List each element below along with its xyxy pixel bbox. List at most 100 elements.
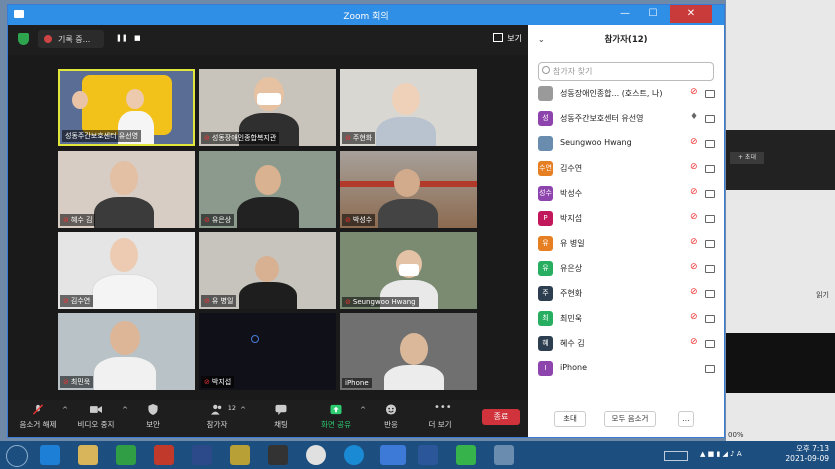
- chevron-up-icon[interactable]: ^: [240, 406, 246, 414]
- video-tile[interactable]: ⊘ 성동장애인종합복지관: [199, 69, 336, 146]
- view-button[interactable]: 보기: [492, 33, 522, 44]
- app-icon[interactable]: [268, 445, 288, 465]
- app-icon[interactable]: [494, 445, 514, 465]
- participant-row[interactable]: 최 최민욱 ⊘: [528, 308, 724, 330]
- ie-icon[interactable]: [40, 445, 60, 465]
- participant-face: [255, 165, 281, 195]
- calendar-app-icon[interactable]: [116, 445, 136, 465]
- view-label: 보기: [507, 34, 522, 43]
- participant-face: [110, 161, 138, 195]
- muted-mic-icon: ⊘: [204, 297, 210, 305]
- participant-avatar: [538, 86, 553, 101]
- participant-name: iPhone: [560, 363, 588, 372]
- unmute-button[interactable]: 음소거 해제 ^: [18, 404, 68, 430]
- system-clock[interactable]: 오후 7:13 2021-09-09: [785, 444, 829, 464]
- video-tile[interactable]: 성동주간보호센터 유선영: [58, 69, 195, 146]
- mute-all-button[interactable]: 모두 음소거: [604, 411, 656, 427]
- participant-name: 성동주간보호센터 유선영: [560, 114, 644, 123]
- background-invite-button[interactable]: + 초대: [730, 152, 764, 164]
- chevron-down-icon[interactable]: ⌄: [538, 25, 545, 55]
- muted-mic-icon: [32, 404, 44, 415]
- search-icon: [542, 66, 550, 74]
- chevron-up-icon[interactable]: ^: [122, 406, 128, 414]
- participant-body: [237, 197, 299, 228]
- video-tile[interactable]: ⊘ 혜수 김: [58, 151, 195, 228]
- shield-icon[interactable]: [18, 33, 29, 45]
- camera-icon: [90, 406, 102, 413]
- more-button[interactable]: ••• 더 보기: [422, 403, 458, 430]
- people-icon: [211, 404, 222, 415]
- app-icon[interactable]: [230, 445, 250, 465]
- muted-mic-icon: ⊘: [63, 297, 69, 305]
- invite-button[interactable]: 초대: [554, 411, 586, 427]
- end-meeting-button[interactable]: 종료: [482, 409, 520, 425]
- participant-row[interactable]: 유 유 병일 ⊘: [528, 233, 724, 255]
- chevron-up-icon[interactable]: ^: [62, 406, 68, 414]
- stop-video-button[interactable]: 비디오 중지 ^: [74, 404, 128, 430]
- zoom-taskbar-icon[interactable]: [380, 445, 406, 465]
- light-spot: [251, 335, 259, 343]
- help-icon[interactable]: [192, 445, 212, 465]
- participant-row[interactable]: P 박지섭 ⊘: [528, 208, 724, 230]
- video-tile[interactable]: ⊘ 유은상: [199, 151, 336, 228]
- participant-row[interactable]: Seungwoo Hwang ⊘: [528, 133, 724, 155]
- face-mask: [257, 93, 281, 105]
- participant-avatar: [538, 136, 553, 151]
- participant-row[interactable]: 성수 박성수 ⊘: [528, 183, 724, 205]
- muted-mic-icon: ⊘: [690, 237, 698, 247]
- video-tile[interactable]: ⊘ 유 병일: [199, 232, 336, 309]
- participant-face: [72, 91, 88, 109]
- stop-recording-button[interactable]: ■: [134, 34, 141, 42]
- tile-name: ⊘ 주현화: [342, 132, 376, 144]
- pause-recording-button[interactable]: ❚❚: [116, 34, 128, 42]
- app-icon[interactable]: [456, 445, 476, 465]
- chat-button[interactable]: 채팅: [266, 404, 296, 430]
- participant-row[interactable]: 성 성동주간보호센터 유선영 ♦: [528, 108, 724, 130]
- participants-button[interactable]: 참가자 12 ^: [202, 404, 246, 430]
- file-explorer-icon[interactable]: [78, 445, 98, 465]
- video-tile[interactable]: ⊘ Seungwoo Hwang: [340, 232, 477, 309]
- video-tile[interactable]: ⊘ 박지섭: [199, 313, 336, 390]
- store-app-icon[interactable]: [154, 445, 174, 465]
- reactions-button[interactable]: 반응: [376, 404, 406, 430]
- shield-icon: [148, 404, 158, 415]
- muted-mic-icon: ⊘: [204, 134, 210, 142]
- participant-row[interactable]: 성동장애인종합... (호스트, 나) ⊘: [528, 83, 724, 105]
- chevron-up-icon[interactable]: ^: [360, 406, 366, 414]
- video-tile[interactable]: ⊘ 박성수: [340, 151, 477, 228]
- participant-face: [255, 256, 279, 282]
- word-icon[interactable]: [418, 445, 438, 465]
- video-tile[interactable]: ⊘ 김수연: [58, 232, 195, 309]
- camera-icon: [705, 240, 715, 248]
- participant-name: Seungwoo Hwang: [560, 138, 632, 147]
- participant-row[interactable]: 유 유은상 ⊘: [528, 258, 724, 280]
- participant-row[interactable]: 주 주현화 ⊘: [528, 283, 724, 305]
- minimize-button[interactable]: —: [612, 5, 638, 23]
- share-screen-button[interactable]: 화면 공유 ^: [316, 404, 366, 430]
- keyboard-icon[interactable]: [664, 451, 688, 461]
- taskbar: ▲ ■ ▮ ◢ ♪ A 오후 7:13 2021-09-09: [0, 441, 835, 469]
- participant-avatar: 최: [538, 311, 553, 326]
- video-tile[interactable]: ⊘ 최민욱: [58, 313, 195, 390]
- panel-more-button[interactable]: ...: [678, 411, 694, 427]
- participant-row[interactable]: 혜 혜수 김 ⊘: [528, 333, 724, 355]
- maximize-button[interactable]: ☐: [640, 5, 666, 23]
- tile-name: ⊘ Seungwoo Hwang: [342, 297, 419, 307]
- tray-icons[interactable]: ▲ ■ ▮ ◢ ♪ A: [700, 450, 760, 460]
- close-button[interactable]: ✕: [670, 5, 712, 23]
- participant-row[interactable]: I iPhone: [528, 358, 724, 380]
- chat-icon: [275, 404, 287, 415]
- participant-body: [384, 365, 444, 390]
- participant-search-input[interactable]: 참가자 찾기: [538, 62, 714, 81]
- muted-mic-icon: ⊘: [345, 298, 351, 306]
- participant-row[interactable]: 수연 김수연 ⊘: [528, 158, 724, 180]
- muted-mic-icon: ⊘: [690, 212, 698, 222]
- video-tile[interactable]: iPhone: [340, 313, 477, 390]
- start-button[interactable]: [6, 445, 28, 467]
- camera-icon: [705, 115, 715, 123]
- camera-icon: [705, 165, 715, 173]
- security-button[interactable]: 보안: [138, 404, 168, 430]
- edge-icon[interactable]: [344, 445, 364, 465]
- chrome-icon[interactable]: [306, 445, 326, 465]
- video-tile[interactable]: ⊘ 주현화: [340, 69, 477, 146]
